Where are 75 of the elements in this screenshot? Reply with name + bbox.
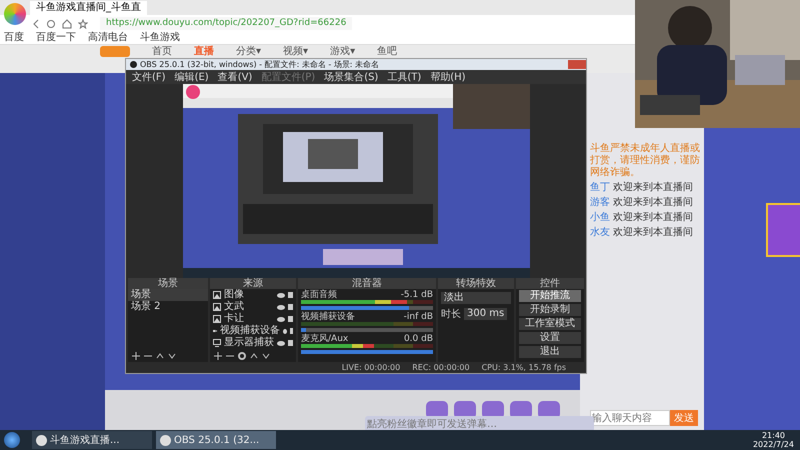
site-nav-item[interactable]: 鱼吧	[377, 46, 398, 57]
up-icon[interactable]	[156, 352, 164, 360]
add-icon[interactable]	[132, 352, 140, 360]
channel-name: 麦克风/Aux	[301, 334, 348, 344]
chat-message: 水友 欢迎来到本直播间	[590, 227, 694, 239]
star-icon[interactable]	[78, 18, 88, 28]
camera-icon	[213, 327, 218, 335]
taskbar-item[interactable]: 斗鱼游戏直播...	[32, 431, 152, 449]
start-button[interactable]	[4, 432, 20, 448]
dock-title: 场景	[128, 278, 208, 289]
app-icon	[130, 61, 137, 68]
status-text: LIVE: 00:00:00	[342, 363, 400, 372]
browser-tab[interactable]: 斗鱼游戏直播间_斗鱼直	[30, 1, 147, 15]
scene-item[interactable]: 场景	[128, 289, 208, 301]
chat-message: 游客 欢迎来到本直播间	[590, 197, 694, 209]
control-button[interactable]: 开始录制	[519, 304, 581, 316]
add-icon[interactable]	[214, 352, 222, 360]
control-button[interactable]: 退出	[519, 346, 581, 358]
control-button[interactable]: 设置	[519, 332, 581, 344]
chat-notice: 斗鱼严禁未成年人直播或打赏，请理性消费，谨防网络诈骗。	[590, 143, 701, 179]
duration-label: 时长	[441, 308, 461, 321]
menu-item[interactable]: 场景集合(S)	[324, 70, 378, 84]
menu-item[interactable]: 帮助(H)	[430, 70, 466, 84]
status-text: CPU: 3.1%, 15.78 fps	[482, 363, 566, 372]
chat-message: 鱼丁 欢迎来到本直播间	[590, 182, 694, 194]
back-icon[interactable]	[32, 18, 40, 28]
site-nav-item[interactable]: 首页	[152, 46, 172, 57]
control-button[interactable]: 开始推流	[519, 290, 581, 302]
source-item[interactable]: 文武	[224, 301, 244, 313]
clock-date: 2022/7/24	[752, 440, 794, 449]
promo-banner[interactable]	[766, 203, 800, 257]
bookmark[interactable]: 高清电台	[88, 32, 128, 44]
down-icon[interactable]	[262, 352, 270, 360]
clock-time: 21:40	[762, 431, 786, 440]
status-text: REC: 00:00:00	[412, 363, 470, 372]
reload-icon[interactable]	[46, 18, 56, 28]
menu-item[interactable]: 编辑(E)	[174, 70, 209, 84]
site-nav-item[interactable]: 视频▾	[283, 46, 308, 57]
source-item[interactable]: 视频捕获设备	[220, 325, 280, 337]
settings-icon[interactable]	[238, 352, 246, 360]
dock-title: 混音器	[298, 278, 436, 289]
dock-title: 来源	[210, 278, 296, 289]
channel-reading: -inf dB	[404, 312, 433, 322]
chat-message: 小鱼 欢迎来到本直播间	[590, 212, 694, 224]
window-title: OBS 25.0.1 (32-bit, windows) - 配置文件: 未命名 - 场景: 未命名	[140, 59, 380, 70]
source-item[interactable]: 显示器捕获	[224, 337, 274, 349]
duration-field[interactable]: 300 ms	[464, 308, 508, 320]
scene-item[interactable]: 场景 2	[128, 301, 208, 313]
channel-name: 桌面音频	[301, 290, 337, 300]
dock-title: 控件	[516, 278, 584, 289]
home-icon[interactable]	[62, 18, 72, 28]
monitor-icon	[213, 339, 221, 347]
channel-reading: 0.0 dB	[404, 334, 433, 344]
source-item[interactable]: 卡让	[224, 313, 244, 325]
image-icon	[213, 291, 221, 299]
bookmark[interactable]: 百度	[4, 32, 24, 44]
bookmark[interactable]: 斗鱼游戏	[140, 32, 180, 44]
image-icon	[213, 303, 221, 311]
channel-name: 视频捕获设备	[301, 312, 355, 322]
up-icon[interactable]	[250, 352, 258, 360]
taskbar-item[interactable]: OBS 25.0.1 (32...	[156, 431, 276, 449]
transition-select[interactable]: 淡出	[441, 292, 511, 304]
eye-icon[interactable]	[283, 328, 288, 334]
bookmark[interactable]: 百度一下	[36, 32, 76, 44]
site-nav-item[interactable]: 分类▾	[236, 46, 262, 57]
menu-item[interactable]: 查看(V)	[218, 70, 252, 84]
down-icon[interactable]	[168, 352, 176, 360]
menu-item[interactable]: 文件(F)	[132, 70, 166, 84]
menu-item[interactable]: 工具(T)	[387, 70, 422, 84]
channel-reading: -5.1 dB	[400, 290, 433, 300]
source-item[interactable]: 图像	[224, 289, 244, 301]
dock-title: 转场特效	[438, 278, 514, 289]
control-button[interactable]: 工作室模式	[519, 318, 581, 330]
site-nav-item[interactable]: 游戏▾	[330, 46, 356, 57]
image-icon	[213, 315, 221, 323]
